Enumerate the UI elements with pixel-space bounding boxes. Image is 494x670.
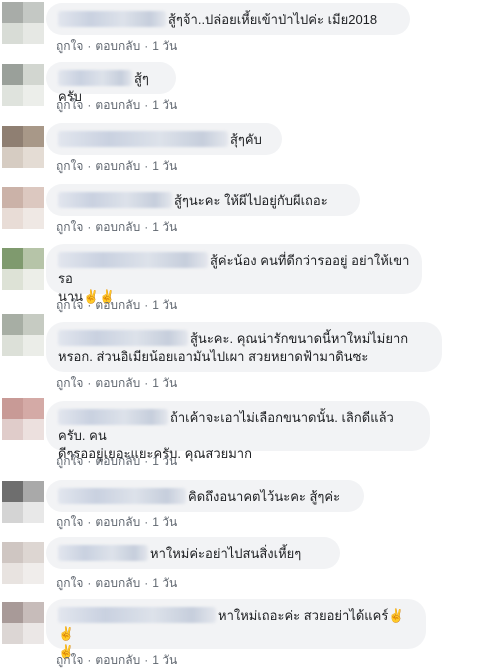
comment-bubble: หาใหม่เถอะค่ะ สวยอย่าได้แคร์✌✌ ✌ — [46, 599, 426, 659]
comment-bubble: สุ้ๆคับ — [46, 123, 282, 155]
comment-actions: ถูกใจ · ตอบกลับ · 1 วัน — [56, 39, 178, 53]
author-name[interactable] — [58, 488, 186, 504]
timestamp[interactable]: 1 วัน — [152, 454, 177, 468]
author-name[interactable] — [58, 607, 216, 623]
comment-text: หาใหม่ค่ะอย่าไปสนสิ่งเหี้ยๆ — [150, 546, 302, 561]
comment-bubble: สู้ค่ะน้อง คนที่ดีกว่ารออยู่ อย่าให้เขาร… — [46, 244, 422, 304]
avatar[interactable] — [2, 602, 44, 644]
timestamp[interactable]: 1 วัน — [152, 376, 177, 390]
like-link[interactable]: ถูกใจ — [56, 159, 83, 173]
reply-link[interactable]: ตอบกลับ — [95, 653, 140, 667]
comment-actions: ถูกใจ · ตอบกลับ · 1 วัน — [56, 454, 178, 468]
avatar[interactable] — [2, 2, 44, 44]
timestamp[interactable]: 1 วัน — [152, 298, 177, 312]
comment-bubble: สู้ๆครับ — [46, 62, 176, 104]
like-link[interactable]: ถูกใจ — [56, 576, 83, 590]
like-link[interactable]: ถูกใจ — [56, 454, 83, 468]
reply-link[interactable]: ตอบกลับ — [95, 376, 140, 390]
avatar[interactable] — [2, 398, 44, 440]
like-link[interactable]: ถูกใจ — [56, 376, 83, 390]
author-name[interactable] — [58, 131, 228, 147]
avatar[interactable] — [2, 187, 44, 229]
like-link[interactable]: ถูกใจ — [56, 653, 83, 667]
reply-link[interactable]: ตอบกลับ — [95, 454, 140, 468]
timestamp[interactable]: 1 วัน — [152, 576, 177, 590]
comment-actions: ถูกใจ · ตอบกลับ · 1 วัน — [56, 515, 178, 529]
comment-actions: ถูกใจ · ตอบกลับ · 1 วัน — [56, 376, 178, 390]
author-name[interactable] — [58, 330, 188, 346]
reply-link[interactable]: ตอบกลับ — [95, 39, 140, 53]
timestamp[interactable]: 1 วัน — [152, 515, 177, 529]
comment-text: สุ้ๆคับ — [230, 132, 262, 147]
avatar[interactable] — [2, 481, 44, 523]
comment-bubble: สู้ๆนะคะ ให้ผีไปอยู่กับผีเถอะ — [46, 184, 360, 216]
timestamp[interactable]: 1 วัน — [152, 159, 177, 173]
author-name[interactable] — [58, 545, 148, 561]
timestamp[interactable]: 1 วัน — [152, 98, 177, 112]
comment-bubble: หาใหม่ค่ะอย่าไปสนสิ่งเหี้ยๆ — [46, 537, 340, 569]
avatar[interactable] — [2, 314, 44, 356]
comment-bubble: ถ้าเค้าจะเอาไม่เลือกขนาดนั้น. เลิกดีแล้ว… — [46, 401, 430, 461]
author-name[interactable] — [58, 70, 132, 86]
comment-actions: ถูกใจ · ตอบกลับ · 1 วัน — [56, 98, 178, 112]
author-name[interactable] — [58, 252, 208, 268]
comment-text: คิดถึงอนาคตไว้นะคะ สู้ๆค่ะ — [188, 489, 341, 504]
like-link[interactable]: ถูกใจ — [56, 39, 83, 53]
reply-link[interactable]: ตอบกลับ — [95, 159, 140, 173]
like-link[interactable]: ถูกใจ — [56, 515, 83, 529]
comment-bubble: คิดถึงอนาคตไว้นะคะ สู้ๆค่ะ — [46, 480, 364, 512]
reply-link[interactable]: ตอบกลับ — [95, 220, 140, 234]
reply-link[interactable]: ตอบกลับ — [95, 576, 140, 590]
comment-actions: ถูกใจ · ตอบกลับ · 1 วัน — [56, 298, 178, 312]
comment-text: หาใหม่เถอะค่ะ สวยอย่าได้แคร์ — [218, 608, 389, 623]
timestamp[interactable]: 1 วัน — [152, 653, 177, 667]
reply-link[interactable]: ตอบกลับ — [95, 98, 140, 112]
comment-text-line2: หรอก. ส่วนอิเมียน้อยเอามันไปเผา สวยหยาดฟ… — [58, 349, 369, 364]
comment-actions: ถูกใจ · ตอบกลับ · 1 วัน — [56, 159, 178, 173]
author-name[interactable] — [58, 409, 168, 425]
reply-link[interactable]: ตอบกลับ — [95, 515, 140, 529]
comment-bubble: สู้นะคะ. คุณน่ารักขนาดนี้หาใหม่ไม่ยาก หร… — [46, 322, 442, 372]
timestamp[interactable]: 1 วัน — [152, 39, 177, 53]
comment-actions: ถูกใจ · ตอบกลับ · 1 วัน — [56, 653, 178, 667]
comment-text: สู้ๆจ้า..ปล่อยเหี้ยเข้าป่าไปค่ะ เมีย2018 — [168, 12, 378, 27]
avatar[interactable] — [2, 126, 44, 168]
avatar[interactable] — [2, 542, 44, 584]
like-link[interactable]: ถูกใจ — [56, 220, 83, 234]
author-name[interactable] — [58, 11, 166, 27]
author-name[interactable] — [58, 192, 172, 208]
comment-actions: ถูกใจ · ตอบกลับ · 1 วัน — [56, 220, 178, 234]
like-link[interactable]: ถูกใจ — [56, 98, 83, 112]
comment-bubble: สู้ๆจ้า..ปล่อยเหี้ยเข้าป่าไปค่ะ เมีย2018 — [46, 3, 410, 35]
like-link[interactable]: ถูกใจ — [56, 298, 83, 312]
timestamp[interactable]: 1 วัน — [152, 220, 177, 234]
comment-actions: ถูกใจ · ตอบกลับ · 1 วัน — [56, 576, 178, 590]
avatar[interactable] — [2, 248, 44, 290]
avatar[interactable] — [2, 64, 44, 106]
comment-text: สู้นะคะ. คุณน่ารักขนาดนี้หาใหม่ไม่ยาก — [190, 331, 409, 346]
reply-link[interactable]: ตอบกลับ — [95, 298, 140, 312]
comment-text: สู้ๆนะคะ ให้ผีไปอยู่กับผีเถอะ — [174, 193, 328, 208]
